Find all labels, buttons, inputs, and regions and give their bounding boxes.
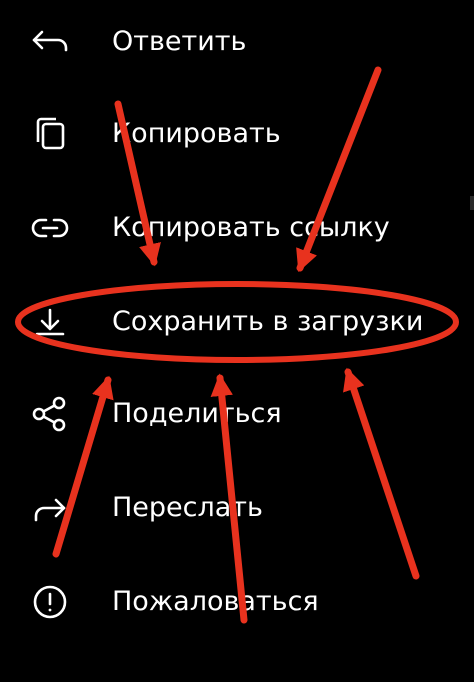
share-icon xyxy=(28,392,72,436)
menu-item-copy[interactable]: Копировать xyxy=(0,92,474,186)
menu-item-label: Переслать xyxy=(112,492,263,523)
forward-icon xyxy=(28,486,72,530)
menu-item-forward[interactable]: Переслать xyxy=(0,466,474,560)
menu-item-copy-link[interactable]: Копировать ссылку xyxy=(0,186,474,280)
menu-item-label: Пожаловаться xyxy=(112,586,319,617)
menu-item-label: Ответить xyxy=(112,26,247,57)
menu-item-report[interactable]: Пожаловаться xyxy=(0,560,474,654)
copy-icon xyxy=(28,112,72,156)
menu-item-label: Поделиться xyxy=(112,398,282,429)
download-icon xyxy=(28,300,72,344)
context-menu: Ответить Копировать Копировать ссылку Со… xyxy=(0,0,474,682)
reply-icon xyxy=(28,20,72,64)
link-icon xyxy=(28,206,72,250)
menu-item-reply[interactable]: Ответить xyxy=(0,0,474,94)
report-icon xyxy=(28,580,72,624)
menu-item-label: Копировать ссылку xyxy=(112,212,390,243)
scroll-indicator xyxy=(470,196,474,210)
menu-item-label: Копировать xyxy=(112,118,281,149)
menu-item-save-to-downloads[interactable]: Сохранить в загрузки xyxy=(0,280,474,374)
menu-item-share[interactable]: Поделиться xyxy=(0,372,474,466)
menu-item-label: Сохранить в загрузки xyxy=(112,306,424,337)
